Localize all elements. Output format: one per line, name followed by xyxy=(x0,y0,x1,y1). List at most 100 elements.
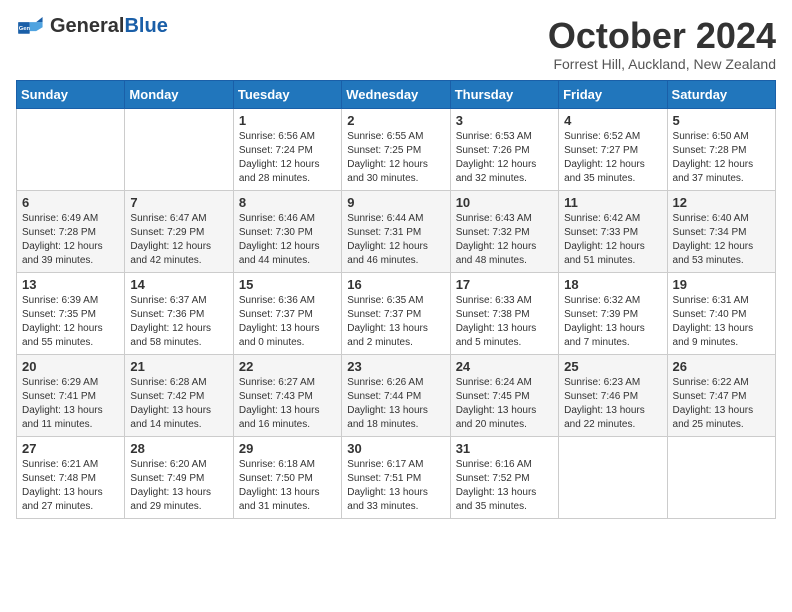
day-number: 28 xyxy=(130,441,227,456)
day-info: Sunrise: 6:17 AM Sunset: 7:51 PM Dayligh… xyxy=(347,458,444,514)
day-info: Sunrise: 6:56 AM Sunset: 7:24 PM Dayligh… xyxy=(239,130,336,186)
day-number: 17 xyxy=(456,277,553,292)
title-section: October 2024 Forrest Hill, Auckland, New… xyxy=(548,16,776,72)
day-info: Sunrise: 6:50 AM Sunset: 7:28 PM Dayligh… xyxy=(673,130,770,186)
day-info: Sunrise: 6:35 AM Sunset: 7:37 PM Dayligh… xyxy=(347,294,444,350)
day-number: 9 xyxy=(347,195,444,210)
day-number: 20 xyxy=(22,359,119,374)
calendar-cell: 8Sunrise: 6:46 AM Sunset: 7:30 PM Daylig… xyxy=(233,190,341,272)
calendar-table: SundayMondayTuesdayWednesdayThursdayFrid… xyxy=(16,80,776,519)
day-number: 16 xyxy=(347,277,444,292)
day-number: 18 xyxy=(564,277,661,292)
day-info: Sunrise: 6:44 AM Sunset: 7:31 PM Dayligh… xyxy=(347,212,444,268)
day-info: Sunrise: 6:33 AM Sunset: 7:38 PM Dayligh… xyxy=(456,294,553,350)
calendar-cell: 17 Sunrise: 6:33 AM Sunset: 7:38 PM Dayli… xyxy=(450,272,558,354)
day-header-wednesday: Wednesday xyxy=(342,80,450,108)
day-number: 3 xyxy=(456,113,553,128)
day-number: 1 xyxy=(239,113,336,128)
calendar-cell: 14 Sunrise: 6:37 AM Sunset: 7:36 PM Dayli… xyxy=(125,272,233,354)
day-header-friday: Friday xyxy=(559,80,667,108)
calendar-cell: 5 Sunrise: 6:50 AM Sunset: 7:28 PM Daylig… xyxy=(667,108,775,190)
day-info: Sunrise: 6:40 AM Sunset: 7:34 PM Dayligh… xyxy=(673,212,770,268)
day-info: Sunrise: 6:16 AM Sunset: 7:52 PM Dayligh… xyxy=(456,458,553,514)
day-info: Sunrise: 6:26 AM Sunset: 7:44 PM Dayligh… xyxy=(347,376,444,432)
day-header-sunday: Sunday xyxy=(17,80,125,108)
day-info: Sunrise: 6:28 AM Sunset: 7:42 PM Dayligh… xyxy=(130,376,227,432)
calendar-cell: 31 Sunrise: 6:16 AM Sunset: 7:52 PM Dayli… xyxy=(450,436,558,518)
calendar-week-row: 27 Sunrise: 6:21 AM Sunset: 7:48 PM Dayli… xyxy=(17,436,776,518)
calendar-cell: 29 Sunrise: 6:18 AM Sunset: 7:50 PM Dayli… xyxy=(233,436,341,518)
month-title: October 2024 xyxy=(548,16,776,56)
calendar-cell: 13 Sunrise: 6:39 AM Sunset: 7:35 PM Dayli… xyxy=(17,272,125,354)
day-number: 15 xyxy=(239,277,336,292)
calendar-cell xyxy=(125,108,233,190)
calendar-header-row: SundayMondayTuesdayWednesdayThursdayFrid… xyxy=(17,80,776,108)
day-number: 14 xyxy=(130,277,227,292)
calendar-cell: 18Sunrise: 6:32 AM Sunset: 7:39 PM Dayli… xyxy=(559,272,667,354)
day-number: 23 xyxy=(347,359,444,374)
day-number: 10 xyxy=(456,195,553,210)
calendar-week-row: 13 Sunrise: 6:39 AM Sunset: 7:35 PM Dayli… xyxy=(17,272,776,354)
day-number: 27 xyxy=(22,441,119,456)
calendar-cell: 28Sunrise: 6:20 AM Sunset: 7:49 PM Dayli… xyxy=(125,436,233,518)
day-number: 30 xyxy=(347,441,444,456)
calendar-cell: 22 Sunrise: 6:27 AM Sunset: 7:43 PM Dayli… xyxy=(233,354,341,436)
day-info: Sunrise: 6:31 AM Sunset: 7:40 PM Dayligh… xyxy=(673,294,770,350)
day-header-thursday: Thursday xyxy=(450,80,558,108)
day-info: Sunrise: 6:52 AM Sunset: 7:27 PM Dayligh… xyxy=(564,130,661,186)
day-info: Sunrise: 6:18 AM Sunset: 7:50 PM Dayligh… xyxy=(239,458,336,514)
day-info: Sunrise: 6:49 AM Sunset: 7:28 PM Dayligh… xyxy=(22,212,119,268)
day-number: 12 xyxy=(673,195,770,210)
day-number: 5 xyxy=(673,113,770,128)
day-info: Sunrise: 6:29 AM Sunset: 7:41 PM Dayligh… xyxy=(22,376,119,432)
calendar-week-row: 20 Sunrise: 6:29 AM Sunset: 7:41 PM Dayli… xyxy=(17,354,776,436)
day-info: Sunrise: 6:27 AM Sunset: 7:43 PM Dayligh… xyxy=(239,376,336,432)
day-number: 26 xyxy=(673,359,770,374)
calendar-cell: 30 Sunrise: 6:17 AM Sunset: 7:51 PM Dayli… xyxy=(342,436,450,518)
logo-icon: Gen xyxy=(16,17,46,35)
day-number: 21 xyxy=(130,359,227,374)
day-number: 19 xyxy=(673,277,770,292)
day-info: Sunrise: 6:37 AM Sunset: 7:36 PM Dayligh… xyxy=(130,294,227,350)
calendar-cell: 12 Sunrise: 6:40 AM Sunset: 7:34 PM Dayli… xyxy=(667,190,775,272)
svg-text:Gen: Gen xyxy=(19,26,31,32)
day-number: 7 xyxy=(130,195,227,210)
day-number: 31 xyxy=(456,441,553,456)
calendar-cell xyxy=(667,436,775,518)
calendar-cell: 9 Sunrise: 6:44 AM Sunset: 7:31 PM Daylig… xyxy=(342,190,450,272)
day-number: 6 xyxy=(22,195,119,210)
calendar-cell: 21 Sunrise: 6:28 AM Sunset: 7:42 PM Dayli… xyxy=(125,354,233,436)
calendar-cell: 10 Sunrise: 6:43 AM Sunset: 7:32 PM Dayli… xyxy=(450,190,558,272)
calendar-cell: 26Sunrise: 6:22 AM Sunset: 7:47 PM Dayli… xyxy=(667,354,775,436)
day-info: Sunrise: 6:21 AM Sunset: 7:48 PM Dayligh… xyxy=(22,458,119,514)
calendar-cell: 27 Sunrise: 6:21 AM Sunset: 7:48 PM Dayli… xyxy=(17,436,125,518)
day-number: 29 xyxy=(239,441,336,456)
day-header-tuesday: Tuesday xyxy=(233,80,341,108)
calendar-cell: 19 Sunrise: 6:31 AM Sunset: 7:40 PM Dayli… xyxy=(667,272,775,354)
calendar-cell: 6 Sunrise: 6:49 AM Sunset: 7:28 PM Daylig… xyxy=(17,190,125,272)
logo: Gen GeneralBlue xyxy=(16,16,168,36)
logo-text: GeneralBlue xyxy=(50,16,168,36)
day-info: Sunrise: 6:42 AM Sunset: 7:33 PM Dayligh… xyxy=(564,212,661,268)
day-number: 13 xyxy=(22,277,119,292)
page-header: Gen GeneralBlue October 2024 Forrest Hil… xyxy=(16,16,776,72)
day-info: Sunrise: 6:36 AM Sunset: 7:37 PM Dayligh… xyxy=(239,294,336,350)
day-number: 22 xyxy=(239,359,336,374)
calendar-cell: 25Sunrise: 6:23 AM Sunset: 7:46 PM Dayli… xyxy=(559,354,667,436)
day-info: Sunrise: 6:55 AM Sunset: 7:25 PM Dayligh… xyxy=(347,130,444,186)
calendar-cell: 2Sunrise: 6:55 AM Sunset: 7:25 PM Daylig… xyxy=(342,108,450,190)
day-info: Sunrise: 6:47 AM Sunset: 7:29 PM Dayligh… xyxy=(130,212,227,268)
calendar-cell: 3 Sunrise: 6:53 AM Sunset: 7:26 PM Daylig… xyxy=(450,108,558,190)
calendar-cell xyxy=(17,108,125,190)
calendar-cell: 4 Sunrise: 6:52 AM Sunset: 7:27 PM Daylig… xyxy=(559,108,667,190)
day-info: Sunrise: 6:53 AM Sunset: 7:26 PM Dayligh… xyxy=(456,130,553,186)
calendar-cell: 1 Sunrise: 6:56 AM Sunset: 7:24 PM Daylig… xyxy=(233,108,341,190)
day-info: Sunrise: 6:43 AM Sunset: 7:32 PM Dayligh… xyxy=(456,212,553,268)
calendar-cell: 11Sunrise: 6:42 AM Sunset: 7:33 PM Dayli… xyxy=(559,190,667,272)
day-info: Sunrise: 6:39 AM Sunset: 7:35 PM Dayligh… xyxy=(22,294,119,350)
calendar-week-row: 1 Sunrise: 6:56 AM Sunset: 7:24 PM Daylig… xyxy=(17,108,776,190)
day-number: 24 xyxy=(456,359,553,374)
calendar-week-row: 6 Sunrise: 6:49 AM Sunset: 7:28 PM Daylig… xyxy=(17,190,776,272)
calendar-cell: 16 Sunrise: 6:35 AM Sunset: 7:37 PM Dayli… xyxy=(342,272,450,354)
day-number: 4 xyxy=(564,113,661,128)
